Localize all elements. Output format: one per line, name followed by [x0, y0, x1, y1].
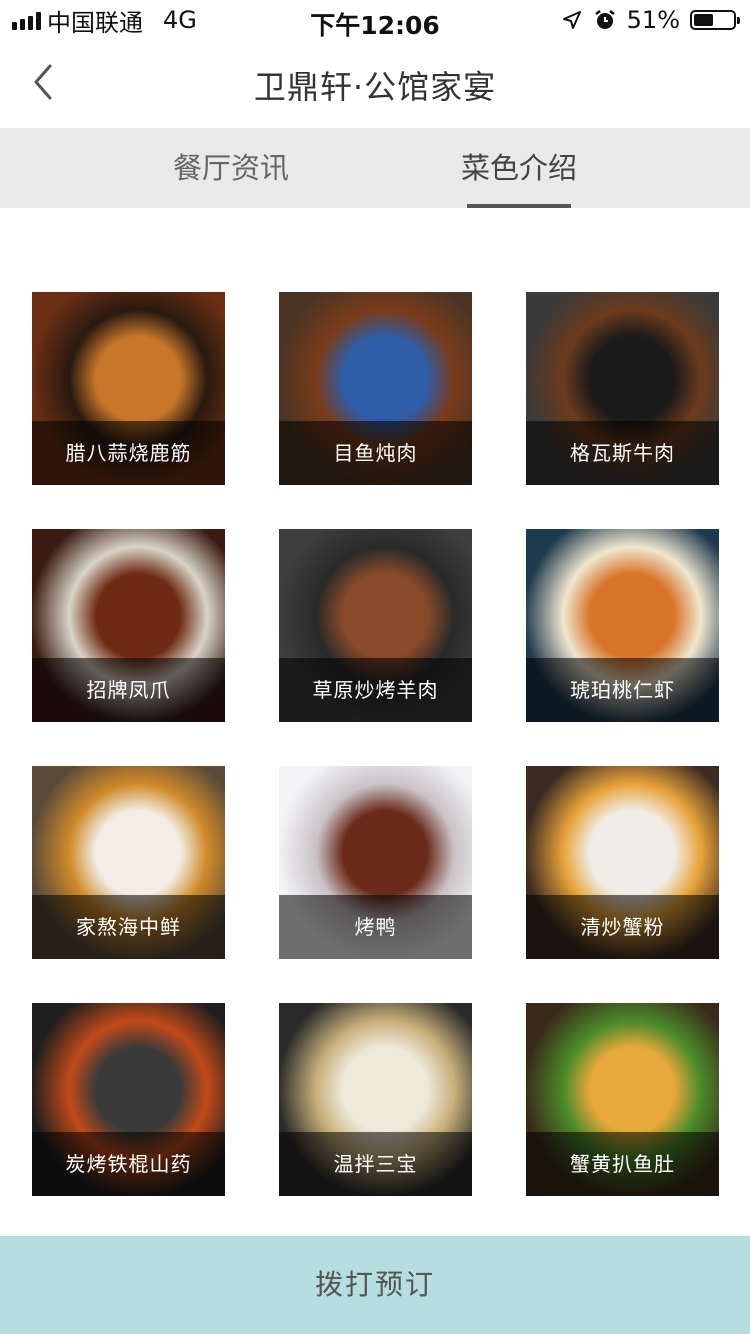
network-label: 4G: [163, 6, 197, 34]
dish-card[interactable]: 家熬海中鲜: [32, 766, 225, 959]
dish-name: 草原炒烤羊肉: [279, 658, 472, 722]
battery-icon: [690, 10, 740, 30]
tab-label: 餐厅资讯: [172, 151, 289, 185]
tab-bar: 餐厅资讯 菜色介绍: [0, 128, 750, 208]
battery-percent: 51%: [626, 6, 680, 34]
call-reserve-button[interactable]: 拨打预订: [0, 1236, 750, 1334]
dish-name: 格瓦斯牛肉: [526, 421, 719, 485]
nav-bar: 卫鼎轩·公馆家宴: [0, 40, 750, 128]
status-right: 51%: [561, 6, 740, 34]
dish-card[interactable]: 目鱼炖肉: [279, 292, 472, 485]
alarm-clock-icon: [594, 10, 615, 29]
dish-card[interactable]: 温拌三宝: [279, 1003, 472, 1196]
dish-name: 腊八蒜烧鹿筋: [32, 421, 225, 485]
carrier-label: 中国联通: [47, 8, 143, 37]
tab-label: 菜色介绍: [460, 151, 577, 185]
dish-name: 招牌凤爪: [32, 658, 225, 722]
active-tab-indicator: [467, 204, 571, 208]
dish-card[interactable]: 格瓦斯牛肉: [526, 292, 719, 485]
dish-card[interactable]: 烤鸭: [279, 766, 472, 959]
location-arrow-icon: [562, 11, 581, 29]
dish-card[interactable]: 琥珀桃仁虾: [526, 529, 719, 722]
dish-name: 烤鸭: [279, 895, 472, 959]
status-bar: 中国联通 4G 下午12:06 51%: [0, 0, 750, 40]
dish-card[interactable]: 招牌凤爪: [32, 529, 225, 722]
status-left: 中国联通 4G: [12, 6, 197, 37]
dish-name: 清炒蟹粉: [526, 895, 719, 959]
dish-name: 炭烤铁棍山药: [32, 1132, 225, 1196]
dish-card[interactable]: 草原炒烤羊肉: [279, 529, 472, 722]
tab-restaurant-info[interactable]: 餐厅资讯: [131, 128, 331, 208]
dish-name: 家熬海中鲜: [32, 895, 225, 959]
dish-card[interactable]: 清炒蟹粉: [526, 766, 719, 959]
signal-icon: [12, 10, 41, 30]
dish-grid: 腊八蒜烧鹿筋 目鱼炖肉 格瓦斯牛肉招牌凤爪 草原炒烤羊肉 琥珀桃仁虾家熬海中鲜 烤鸭 清炒蟹…: [32, 292, 719, 1196]
dish-name: 琥珀桃仁虾: [526, 658, 719, 722]
dish-card[interactable]: 炭烤铁棍山药: [32, 1003, 225, 1196]
tab-dish-intro[interactable]: 菜色介绍: [419, 128, 619, 208]
dish-name: 目鱼炖肉: [279, 421, 472, 485]
dish-card[interactable]: 腊八蒜烧鹿筋: [32, 292, 225, 485]
page-title: 卫鼎轩·公馆家宴: [253, 68, 497, 106]
dish-name: 温拌三宝: [279, 1132, 472, 1196]
battery-fill: [694, 14, 713, 26]
dish-name: 蟹黄扒鱼肚: [526, 1132, 719, 1196]
dish-card[interactable]: 蟹黄扒鱼肚: [526, 1003, 719, 1196]
